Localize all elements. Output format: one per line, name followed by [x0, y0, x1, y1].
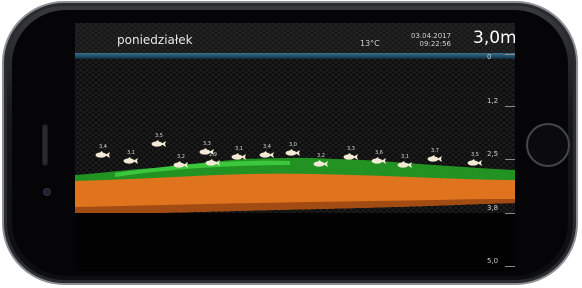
- fish-depth-label: 3,4: [99, 144, 107, 150]
- fish-layer: 3,4 3,1 3,5 3,2 3,3 2,9 3,1 3,4 3,0 3,2 3,3 3,6 3,1 3…: [75, 23, 515, 271]
- fish-icon[interactable]: [467, 159, 483, 167]
- fish-icon[interactable]: [173, 161, 189, 169]
- fish-icon[interactable]: [151, 140, 167, 148]
- fish-depth-label: 3,7: [431, 148, 439, 154]
- front-camera: [44, 189, 50, 195]
- fish-icon[interactable]: [123, 157, 139, 165]
- depth-scale-label: 1,2: [487, 97, 499, 105]
- fish-depth-label: 3,2: [177, 154, 185, 160]
- fish-depth-label: 3,5: [155, 133, 163, 139]
- depth-scale-tick: [505, 159, 515, 160]
- fish-depth-label: 3,3: [347, 146, 355, 152]
- sonar-screen[interactable]: 3,4 3,1 3,5 3,2 3,3 2,9 3,1 3,4 3,0 3,2 3,3 3,6 3,1 3…: [75, 23, 515, 271]
- fish-icon[interactable]: [259, 151, 275, 159]
- fish-depth-label: 3,0: [289, 142, 297, 148]
- earpiece-speaker: [42, 124, 48, 166]
- fish-icon[interactable]: [427, 155, 443, 163]
- time-label: 09:22:56: [419, 40, 451, 48]
- fish-icon[interactable]: [95, 151, 111, 159]
- fish-depth-label: 3,4: [263, 144, 271, 150]
- day-label: poniedziałek: [117, 33, 193, 47]
- home-button[interactable]: [526, 123, 570, 167]
- fish-icon[interactable]: [343, 153, 359, 161]
- depth-scale-tick: [505, 54, 515, 55]
- fish-depth-label: 3,3: [203, 141, 211, 147]
- fish-depth-label: 2,9: [209, 152, 217, 158]
- depth-scale-tick: [505, 266, 515, 267]
- fish-icon[interactable]: [285, 149, 301, 157]
- fish-depth-label: 3,1: [235, 146, 243, 152]
- depth-scale-label: 3,8: [487, 204, 499, 212]
- depth-scale-tick: [505, 106, 515, 107]
- fish-depth-label: 3,1: [127, 150, 135, 156]
- fish-depth-label: 3,2: [317, 153, 325, 159]
- depth-scale-tick: [505, 213, 515, 214]
- fish-depth-label: 3,1: [401, 154, 409, 160]
- fish-icon[interactable]: [371, 157, 387, 165]
- fish-depth-label: 3,6: [375, 150, 383, 156]
- current-depth: 3,0m: [473, 28, 515, 48]
- depth-scale-label: 5,0: [487, 257, 499, 265]
- water-temperature: 13°C: [360, 39, 380, 48]
- fish-depth-label: 3,5: [471, 152, 479, 158]
- date-label: 03.04.2017: [411, 32, 452, 40]
- fish-icon[interactable]: [313, 160, 329, 168]
- fish-icon[interactable]: [231, 153, 247, 161]
- fish-icon[interactable]: [397, 161, 413, 169]
- depth-scale-label: 2,5: [487, 150, 499, 158]
- depth-scale-label: 0: [487, 53, 492, 61]
- fish-icon[interactable]: [205, 159, 221, 167]
